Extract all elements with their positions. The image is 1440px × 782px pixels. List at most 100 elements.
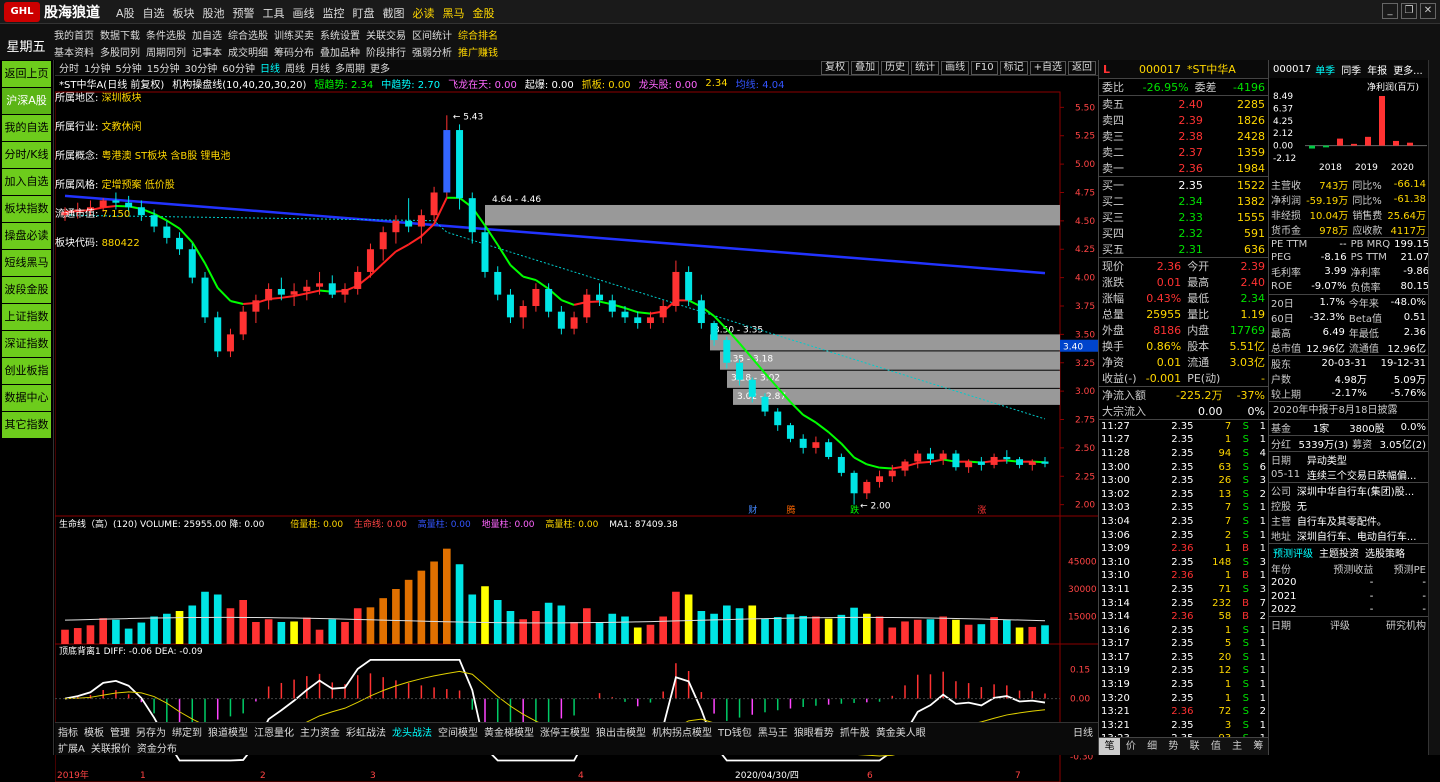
quote-tab[interactable]: 筹 [1248,738,1269,755]
indicator-tab[interactable]: 江恩量化 [253,724,295,739]
forecast-tab[interactable]: 选股策略 [1365,545,1405,560]
quote-tab[interactable]: 值 [1205,738,1226,755]
quote-tab[interactable]: 价 [1120,738,1141,755]
period-tab[interactable]: 日线 [260,60,280,75]
period-tab[interactable]: 多周期 [335,60,365,75]
event-marker[interactable]: 腾 [786,504,795,516]
toolbar-item[interactable]: 周期同列 [146,44,186,59]
top-menu-item[interactable]: 金股 [473,5,495,21]
top-menu-item[interactable]: 板块 [173,5,195,21]
period-tab[interactable]: 月线 [310,60,330,75]
chart-tool-button[interactable]: 统计 [911,61,939,75]
left-nav-item[interactable]: 沪深A股 [2,88,51,114]
event-marker[interactable]: 跌 [850,505,859,516]
indicator-tab[interactable]: 黄金梯模型 [483,724,535,739]
chart-tool-button[interactable]: 画线 [941,61,969,75]
left-nav-item[interactable]: 数据中心 [2,385,51,411]
top-menu-item[interactable]: 画线 [293,5,315,21]
toolbar-item[interactable]: 我的首页 [54,27,94,42]
toolbar-item[interactable]: 条件选股 [146,27,186,42]
indicator-tab[interactable]: 涨停王模型 [539,724,591,739]
period-tab[interactable]: 分时 [59,60,79,75]
indicator-tab[interactable]: 黄金美人眼 [875,724,927,739]
tick-list[interactable]: 11:272.357S111:272.351S111:282.3594S413:… [1099,419,1268,759]
period-tab[interactable]: 1分钟 [84,60,110,75]
indicator-tab[interactable]: 指标 [57,724,79,739]
forecast-tab[interactable]: 主题投资 [1319,545,1359,560]
fin-tab[interactable]: 年报 [1367,62,1387,77]
fin-tab[interactable]: 单季 [1315,62,1335,77]
top-menu-item[interactable]: 盯盘 [353,5,375,21]
indicator-tab[interactable]: TD钱包 [717,724,753,739]
toolbar-item[interactable]: 基本资料 [54,44,94,59]
top-menu-item[interactable]: 截图 [383,5,405,21]
period-tab[interactable]: 30分钟 [184,60,217,75]
period-tab[interactable]: 60分钟 [222,60,255,75]
quote-tab[interactable]: 联 [1184,738,1205,755]
indicator-tab[interactable]: 彩虹战法 [345,724,387,739]
close-icon[interactable]: ✕ [1420,3,1436,19]
toolbar-item[interactable]: 综合选股 [228,27,268,42]
indicator-tab[interactable]: 机构拐点模型 [651,724,713,739]
quote-tab[interactable]: 势 [1163,738,1184,755]
fin-tab[interactable]: 同季 [1341,62,1361,77]
toolbar-item[interactable]: 综合排名 [458,27,498,42]
indicator-tab[interactable]: 抓牛股 [839,724,871,739]
top-menu-item[interactable]: 必读 [413,5,435,21]
left-nav-item[interactable]: 其它指数 [2,412,51,438]
indicator-tab[interactable]: 空间模型 [437,724,479,739]
top-menu-item[interactable]: 自选 [143,5,165,21]
chart-tool-button[interactable]: 复权 [821,61,849,75]
restore-icon[interactable]: ❐ [1401,3,1417,19]
period-tab[interactable]: 15分钟 [147,60,180,75]
quote-tab[interactable]: 笔 [1099,738,1120,755]
event-marker[interactable]: 涨 [977,505,986,516]
quote-tab[interactable]: 主 [1227,738,1248,755]
left-nav-item[interactable]: 板块指数 [2,196,51,222]
chart-tool-button[interactable]: 标记 [1000,61,1028,75]
left-nav-item[interactable]: 分时/K线 [2,142,51,168]
toolbar-item[interactable]: 筹码分布 [274,44,314,59]
chart-tool-button[interactable]: F10 [971,61,997,75]
period-tab[interactable]: 5分钟 [115,60,141,75]
left-nav-item[interactable]: 返回上页 [2,61,51,87]
indicator-tab[interactable]: 狼眼看势 [793,724,835,739]
chart-tool-button[interactable]: +自选 [1030,61,1066,75]
minimize-icon[interactable]: _ [1382,3,1398,19]
toolbar-item[interactable]: 多股同列 [100,44,140,59]
indicator-tab[interactable]: 管理 [109,724,131,739]
event-marker[interactable]: 财 [748,504,757,516]
toolbar-item[interactable]: 数据下载 [100,27,140,42]
quote-tab[interactable]: 细 [1142,738,1163,755]
indicator-tab[interactable]: 黑马王 [757,724,789,739]
toolbar-item[interactable]: 训练买卖 [274,27,314,42]
top-menu-item[interactable]: 预警 [233,5,255,21]
toolbar-item[interactable]: 叠加品种 [320,44,360,59]
fin-tab[interactable]: 更多... [1393,62,1423,77]
left-nav-item[interactable]: 加入自选 [2,169,51,195]
indicator-tab[interactable]: 另存为 [135,724,167,739]
toolbar-item[interactable]: 区间统计 [412,27,452,42]
toolbar-item[interactable]: 成交明细 [228,44,268,59]
indicator-tab[interactable]: 绑定到 [171,724,203,739]
left-nav-item[interactable]: 我的自选 [2,115,51,141]
top-menu-item[interactable]: 股池 [203,5,225,21]
chart-tool-button[interactable]: 叠加 [851,61,879,75]
indicator-tab[interactable]: 狼出击模型 [595,724,647,739]
indicator-tab[interactable]: 狼道模型 [207,724,249,739]
left-nav-item[interactable]: 创业板指 [2,358,51,384]
side-scrollbar[interactable] [1428,60,1440,755]
top-menu-item[interactable]: 监控 [323,5,345,21]
chart-tool-button[interactable]: 返回 [1068,61,1096,75]
top-menu-item[interactable]: 黑马 [443,5,465,21]
toolbar-item[interactable]: 记事本 [192,44,222,59]
indicator-tab[interactable]: 模板 [83,724,105,739]
period-select[interactable]: 日线 [1072,724,1094,739]
left-nav-item[interactable]: 上证指数 [2,304,51,330]
indicator-tab[interactable]: 资金分布 [136,740,178,755]
indicator-tab[interactable]: 主力资金 [299,724,341,739]
toolbar-item[interactable]: 推广赚钱 [458,44,498,59]
chart-tool-button[interactable]: 历史 [881,61,909,75]
indicator-tab[interactable]: 扩展A [57,740,86,755]
toolbar-item[interactable]: 阶段排行 [366,44,406,59]
